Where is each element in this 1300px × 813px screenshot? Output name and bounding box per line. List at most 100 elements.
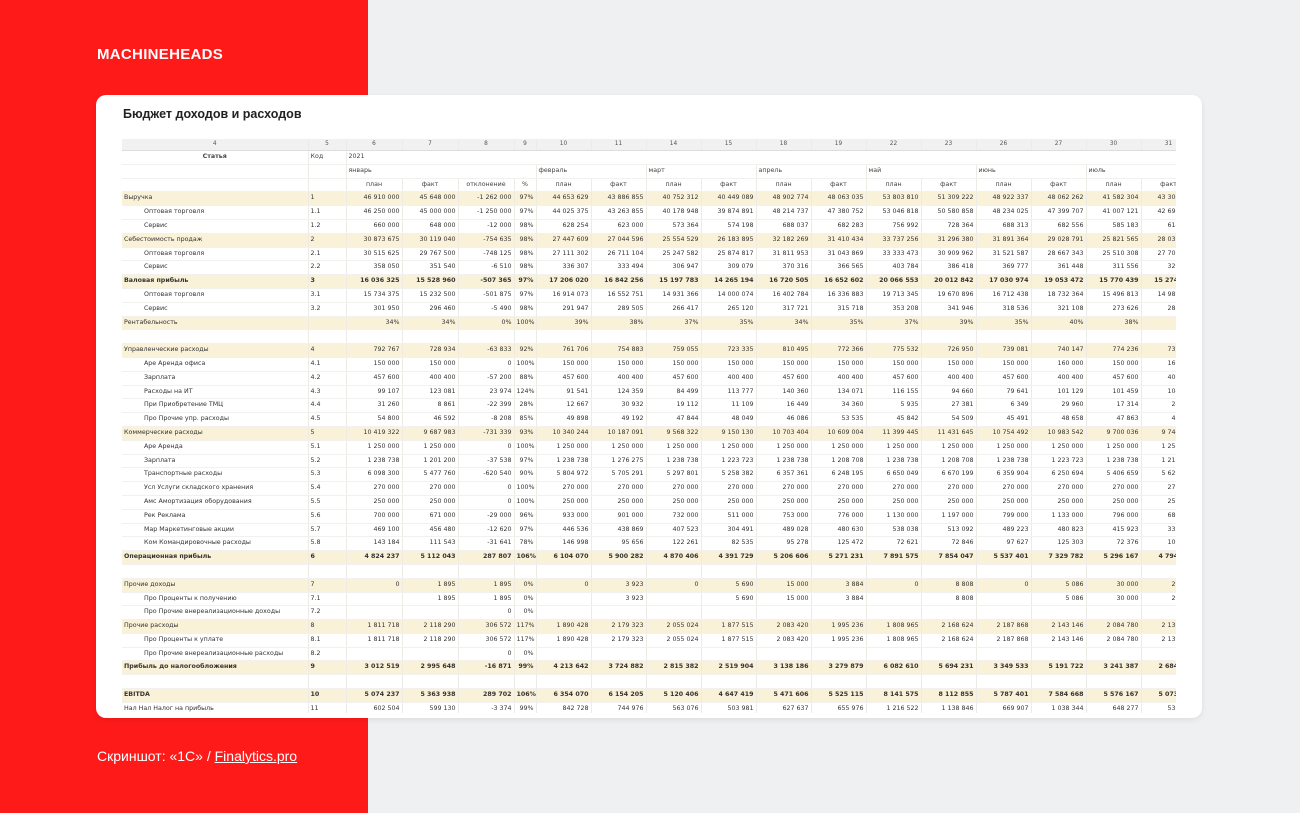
column-number-cell[interactable]: 5	[308, 139, 347, 151]
value-cell[interactable]: 84 499	[646, 385, 702, 400]
header-subheader[interactable]: факт	[1031, 178, 1087, 193]
value-cell[interactable]: 19 713 345	[866, 288, 922, 303]
value-cell[interactable]: 35%	[701, 316, 757, 331]
value-cell[interactable]: 39 874 891	[701, 205, 757, 220]
value-cell[interactable]: 759 055	[646, 343, 702, 358]
empty-cell[interactable]	[921, 564, 977, 579]
row-code-cell[interactable]	[308, 316, 347, 331]
value-cell[interactable]: 728 364	[921, 219, 977, 234]
value-cell[interactable]: 400 400	[921, 371, 977, 386]
value-cell[interactable]: 341 946	[921, 302, 977, 317]
value-cell[interactable]: 2 684 151	[1141, 660, 1176, 676]
value-cell[interactable]: 7 891 575	[866, 550, 922, 565]
value-cell[interactable]: 125 472	[811, 536, 867, 552]
value-cell[interactable]: 15 528 960	[402, 274, 459, 289]
value-cell[interactable]: 1 223 723	[701, 454, 757, 469]
column-number-cell[interactable]: 6	[346, 139, 403, 151]
empty-cell[interactable]	[646, 329, 702, 345]
row-code-cell[interactable]: 4	[308, 343, 347, 358]
row-name-cell[interactable]: Мар Маркетинговые акции	[122, 523, 309, 538]
value-cell[interactable]: 124 359	[591, 385, 647, 400]
value-cell[interactable]: 5 690	[701, 592, 757, 607]
empty-cell[interactable]	[122, 564, 309, 579]
value-cell[interactable]: 1 238 738	[976, 454, 1032, 469]
value-cell[interactable]: 1 895	[402, 592, 459, 607]
value-cell[interactable]: -8 208	[458, 412, 515, 427]
value-cell[interactable]: 1 250 000	[701, 440, 757, 455]
value-cell[interactable]: 489 028	[756, 523, 812, 538]
value-cell[interactable]	[976, 605, 1032, 621]
value-cell[interactable]: 266 417	[646, 302, 702, 317]
value-cell[interactable]: -754 635	[458, 233, 515, 248]
value-cell[interactable]: 16 842 256	[591, 274, 647, 289]
value-cell[interactable]: 53 803 810	[866, 191, 922, 207]
empty-cell[interactable]	[402, 329, 459, 345]
row-name-cell[interactable]: Про Прочие упр. расходы	[122, 412, 309, 427]
value-cell[interactable]: 24 216	[1141, 398, 1176, 414]
row-name-cell[interactable]: Операционная прибыль	[122, 550, 309, 565]
value-cell[interactable]: 116 155	[866, 385, 922, 400]
value-cell[interactable]: 265 120	[701, 302, 757, 317]
row-name-cell[interactable]: Ком Командировочные расходы	[122, 536, 309, 552]
value-cell[interactable]: 480 823	[1031, 523, 1087, 538]
value-cell[interactable]: 38%	[1086, 316, 1142, 331]
row-name-cell[interactable]: Сервис	[122, 302, 309, 317]
value-cell[interactable]: 33 737 256	[866, 233, 922, 248]
value-cell[interactable]: 5 935	[866, 398, 922, 414]
value-cell[interactable]: 150 000	[866, 357, 922, 372]
value-cell[interactable]: 0	[866, 578, 922, 593]
value-cell[interactable]	[756, 647, 812, 662]
value-cell[interactable]: 648 277	[1086, 702, 1142, 713]
header-subheader[interactable]: план	[756, 178, 812, 193]
empty-cell[interactable]	[536, 674, 592, 690]
empty-cell[interactable]	[1031, 674, 1087, 690]
value-cell[interactable]: 20 012 842	[921, 274, 977, 289]
value-cell[interactable]: 2 187 868	[976, 633, 1032, 648]
value-cell[interactable]: 0	[646, 578, 702, 593]
row-code-cell[interactable]: 4.2	[308, 371, 347, 386]
value-cell[interactable]: 85%	[514, 412, 537, 427]
value-cell[interactable]: 48 063 035	[811, 191, 867, 207]
empty-cell[interactable]	[308, 674, 347, 690]
value-cell[interactable]: 44 653 629	[536, 191, 592, 207]
value-cell[interactable]	[346, 605, 403, 621]
value-cell[interactable]: 574 198	[701, 219, 757, 234]
value-cell[interactable]: 45 842	[866, 412, 922, 427]
value-cell[interactable]: 250 000	[1086, 495, 1142, 510]
value-cell[interactable]: 309 079	[701, 260, 757, 276]
value-cell[interactable]: 5 191 722	[1031, 660, 1087, 676]
value-cell[interactable]: 573 364	[646, 219, 702, 234]
value-cell[interactable]: 0	[458, 495, 515, 510]
empty-cell[interactable]	[1141, 564, 1176, 579]
value-cell[interactable]: 5 537 401	[976, 550, 1032, 565]
value-cell[interactable]: 1 808 965	[866, 633, 922, 648]
value-cell[interactable]: 3 923	[591, 578, 647, 593]
value-cell[interactable]: 1 276 275	[591, 454, 647, 469]
value-cell[interactable]: 15 496 813	[1086, 288, 1142, 303]
value-cell[interactable]: 457 600	[346, 371, 403, 386]
value-cell[interactable]: 43 886 855	[591, 191, 647, 207]
row-code-cell[interactable]: 3.2	[308, 302, 347, 317]
value-cell[interactable]: 14 931 366	[646, 288, 702, 303]
value-cell[interactable]: 47 380 752	[811, 205, 867, 220]
value-cell[interactable]: 2 055 024	[646, 633, 702, 648]
value-cell[interactable]: 250 000	[1141, 495, 1176, 510]
value-cell[interactable]: 318 536	[976, 302, 1032, 317]
value-cell[interactable]: 756 992	[866, 219, 922, 234]
value-cell[interactable]: 403 784	[866, 260, 922, 276]
value-cell[interactable]: 386 418	[921, 260, 977, 276]
value-cell[interactable]: 45 000 000	[402, 205, 459, 220]
value-cell[interactable]: 270 000	[921, 481, 977, 496]
empty-cell[interactable]	[701, 329, 757, 345]
row-code-cell[interactable]: 8.2	[308, 647, 347, 662]
value-cell[interactable]: 72 376	[1086, 536, 1142, 552]
value-cell[interactable]: 400 400	[1141, 371, 1176, 386]
value-cell[interactable]: 0	[346, 578, 403, 593]
value-cell[interactable]: 117%	[514, 619, 537, 634]
value-cell[interactable]: 1 250 000	[976, 440, 1032, 455]
value-cell[interactable]: 270 000	[402, 481, 459, 496]
empty-cell[interactable]	[1031, 564, 1087, 579]
value-cell[interactable]: 270 000	[1086, 481, 1142, 496]
value-cell[interactable]: 8 141 575	[866, 688, 922, 703]
value-cell[interactable]: 143 184	[346, 536, 403, 552]
